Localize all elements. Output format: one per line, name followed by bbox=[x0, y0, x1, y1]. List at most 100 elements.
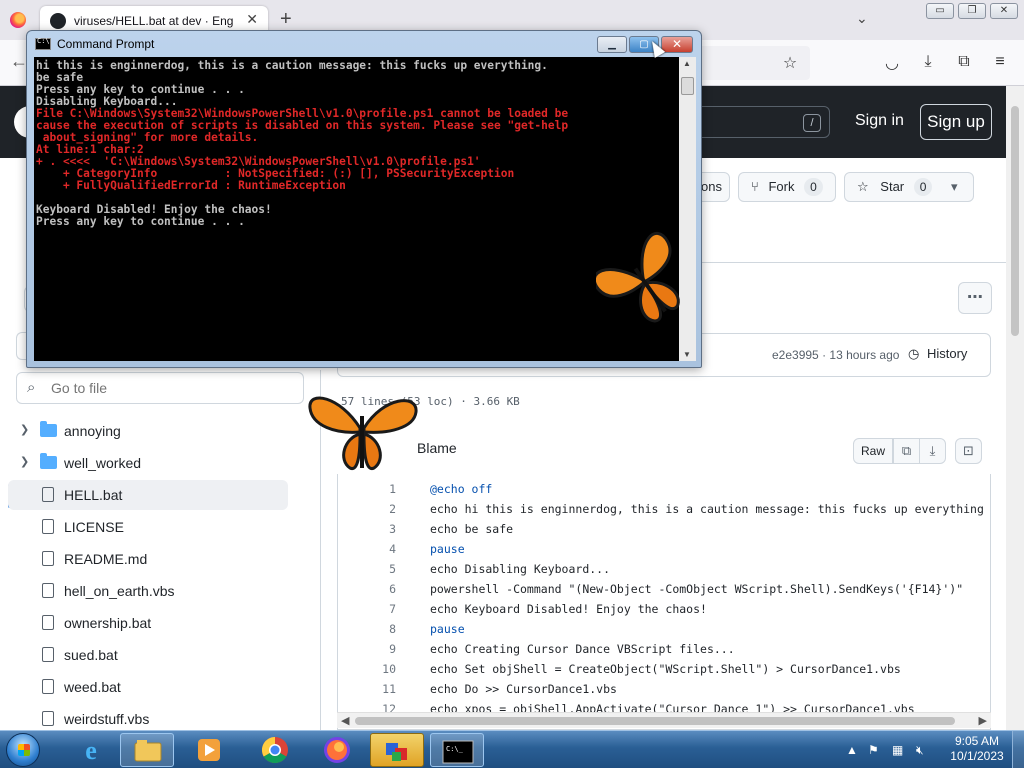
scroll-left-arrow-icon[interactable]: ◀ bbox=[341, 714, 349, 727]
line-number[interactable]: 2 bbox=[368, 502, 396, 516]
svg-text:e: e bbox=[85, 736, 97, 765]
star-dropdown-icon[interactable]: ▾ bbox=[951, 173, 958, 201]
page-vertical-scrollbar[interactable] bbox=[1006, 86, 1024, 730]
chrome-icon[interactable] bbox=[248, 733, 302, 767]
cmd-minimize-button[interactable]: ▁ bbox=[597, 36, 627, 53]
go-to-file-search: ⌕ bbox=[16, 372, 304, 404]
line-number[interactable]: 3 bbox=[368, 522, 396, 536]
list-all-tabs-button[interactable]: ⌄ bbox=[856, 10, 868, 27]
hamburger-menu-icon[interactable]: ≡ bbox=[990, 53, 1010, 71]
chevron-right-icon[interactable]: ❯ bbox=[20, 455, 29, 468]
cmd-close-button[interactable]: ✕ bbox=[661, 36, 693, 53]
tree-item-label: weed.bat bbox=[64, 679, 121, 695]
tree-item-weirdstuff[interactable]: weirdstuff.vbs bbox=[0, 704, 300, 730]
internet-explorer-icon[interactable]: e bbox=[64, 733, 118, 767]
line-number[interactable]: 1 bbox=[368, 482, 396, 496]
folder-icon bbox=[40, 421, 57, 437]
action-center-flag-icon[interactable]: ⚑ bbox=[868, 743, 879, 757]
network-icon[interactable]: ▦ bbox=[892, 743, 903, 757]
tree-item-well-worked[interactable]: ❯ well_worked bbox=[0, 448, 300, 478]
clock[interactable]: 9:05 AM 10/1/2023 bbox=[948, 734, 1006, 764]
star-button[interactable]: ☆ Star 0 ▾ bbox=[844, 172, 974, 202]
scroll-up-arrow-icon[interactable]: ▲ bbox=[683, 59, 691, 68]
notifications-label: ons bbox=[701, 179, 722, 194]
folder-icon bbox=[40, 453, 57, 469]
more-options-kebab-icon[interactable]: ⋯ bbox=[958, 282, 992, 314]
file-icon bbox=[42, 679, 54, 694]
file-icon bbox=[42, 487, 54, 502]
show-hidden-icons-icon[interactable]: ▲ bbox=[846, 743, 858, 757]
fork-icon: ⑂ bbox=[751, 179, 759, 194]
star-label: Star bbox=[880, 179, 905, 194]
firefox-taskbar-icon[interactable] bbox=[310, 733, 364, 767]
line-number[interactable]: 10 bbox=[368, 662, 396, 676]
pocket-icon[interactable]: ◡ bbox=[882, 53, 902, 73]
firefox-icon[interactable] bbox=[10, 12, 26, 28]
go-to-file-input[interactable] bbox=[51, 377, 291, 399]
search-shortcut-key: / bbox=[803, 114, 821, 132]
line-number[interactable]: 12 bbox=[368, 702, 396, 712]
scrollbar-thumb[interactable] bbox=[681, 77, 694, 95]
tree-item-readme[interactable]: README.md bbox=[0, 544, 300, 574]
paint-icon[interactable] bbox=[370, 733, 424, 767]
tree-item-weed[interactable]: weed.bat bbox=[0, 672, 300, 702]
scroll-down-arrow-icon[interactable]: ▼ bbox=[683, 350, 691, 359]
line-code: echo Creating Cursor Dance VBScript file… bbox=[430, 642, 735, 656]
tree-item-sued[interactable]: sued.bat bbox=[0, 640, 300, 670]
media-player-icon[interactable] bbox=[182, 733, 236, 767]
browser-close-button[interactable]: ✕ bbox=[990, 3, 1018, 19]
tree-item-label: well_worked bbox=[64, 455, 142, 471]
history-button[interactable]: ◷ History bbox=[908, 346, 967, 362]
line-number[interactable]: 7 bbox=[368, 602, 396, 616]
browser-restore-button[interactable]: ❐ bbox=[958, 3, 986, 19]
tree-item-hell-on-earth[interactable]: hell_on_earth.vbs bbox=[0, 576, 300, 606]
fork-button[interactable]: ⑂ Fork 0 bbox=[738, 172, 836, 202]
line-number[interactable]: 11 bbox=[368, 682, 396, 696]
sign-up-button[interactable]: Sign up bbox=[920, 104, 992, 140]
tree-item-label: sued.bat bbox=[64, 647, 118, 663]
downloads-icon[interactable]: ⤓ bbox=[918, 53, 938, 71]
chevron-right-icon[interactable]: ❯ bbox=[20, 423, 29, 436]
code-line: 3 echo be safe bbox=[338, 522, 990, 542]
scrollbar-thumb[interactable] bbox=[355, 717, 955, 725]
tree-item-label: annoying bbox=[64, 423, 121, 439]
line-number[interactable]: 9 bbox=[368, 642, 396, 656]
copy-icon[interactable]: ⧉ bbox=[893, 438, 920, 464]
symbols-panel-icon[interactable]: ⊡ bbox=[955, 438, 982, 464]
commit-hash[interactable]: e2e3995 bbox=[772, 348, 819, 362]
line-number[interactable]: 6 bbox=[368, 582, 396, 596]
show-desktop-button[interactable] bbox=[1012, 731, 1024, 768]
line-number[interactable]: 8 bbox=[368, 622, 396, 636]
extensions-icon[interactable]: ⧉ bbox=[954, 53, 974, 71]
line-number[interactable]: 5 bbox=[368, 562, 396, 576]
tree-item-label: ownership.bat bbox=[64, 615, 152, 631]
tree-item-label: hell_on_earth.vbs bbox=[64, 583, 175, 599]
tree-item-ownership[interactable]: ownership.bat bbox=[0, 608, 300, 638]
code-horizontal-scrollbar[interactable]: ◀ ▶ bbox=[337, 712, 991, 728]
sign-in-link[interactable]: Sign in bbox=[855, 112, 904, 130]
bookmark-star-icon[interactable]: ☆ bbox=[780, 53, 800, 73]
github-search-input[interactable]: / bbox=[690, 106, 830, 138]
code-line: 10 echo Set objShell = CreateObject("WScr… bbox=[338, 662, 990, 682]
fork-count: 0 bbox=[804, 178, 823, 196]
browser-minimize-button[interactable]: ▭ bbox=[926, 3, 954, 19]
console-line: + FullyQualifiedErrorId : RuntimeExcepti… bbox=[36, 179, 346, 192]
cmd-window-title: Command Prompt bbox=[57, 37, 155, 51]
tree-item-license[interactable]: LICENSE bbox=[0, 512, 300, 542]
star-count: 0 bbox=[913, 178, 933, 196]
volume-muted-icon[interactable]: 🔇︎ bbox=[916, 743, 924, 758]
tree-item-annoying[interactable]: ❯ annoying bbox=[0, 416, 300, 446]
tree-item-hell-bat[interactable]: HELL.bat bbox=[8, 480, 288, 510]
file-explorer-icon[interactable] bbox=[120, 733, 174, 767]
line-number[interactable]: 4 bbox=[368, 542, 396, 556]
new-tab-button[interactable]: + bbox=[280, 8, 292, 31]
raw-button[interactable]: Raw bbox=[853, 438, 893, 464]
command-prompt-taskbar-icon[interactable]: C:\_ bbox=[430, 733, 484, 767]
line-code: echo hi this is enginnerdog, this is a c… bbox=[430, 502, 984, 516]
line-code: echo Disabling Keyboard... bbox=[430, 562, 611, 576]
tab-close-icon[interactable]: ✕ bbox=[246, 11, 258, 28]
scroll-right-arrow-icon[interactable]: ▶ bbox=[979, 714, 987, 727]
scrollbar-thumb[interactable] bbox=[1011, 106, 1019, 336]
start-button[interactable] bbox=[6, 733, 40, 767]
download-icon[interactable]: ⤓ bbox=[919, 438, 946, 464]
